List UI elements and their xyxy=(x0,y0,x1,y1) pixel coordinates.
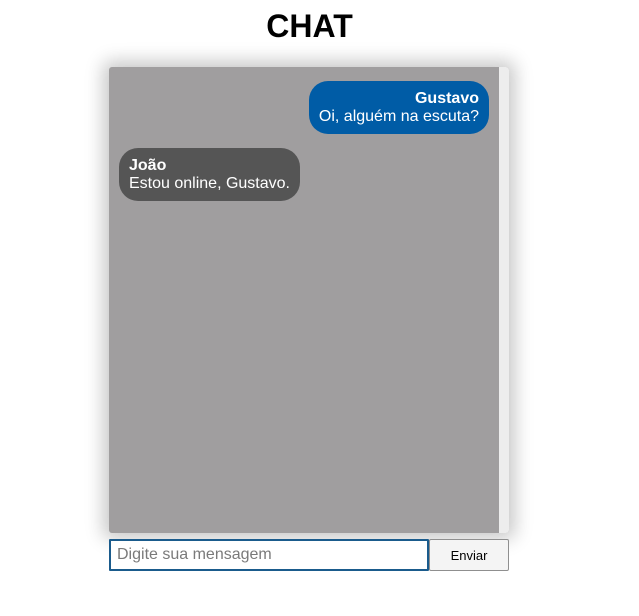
send-button[interactable]: Enviar xyxy=(429,539,509,571)
page-title: CHAT xyxy=(266,8,353,44)
message-sender: João xyxy=(129,157,167,174)
message-bubble-incoming: João Estou online, Gustavo. xyxy=(119,148,300,201)
message-sender: Gustavo xyxy=(414,90,479,107)
message-list[interactable]: Gustavo Oi, alguém na escuta? João Estou… xyxy=(109,67,499,533)
message-text: Oi, alguém na escuta? xyxy=(318,108,479,125)
message-list-scrollbar[interactable] xyxy=(499,67,509,533)
message-bubble-outgoing: Gustavo Oi, alguém na escuta? xyxy=(308,81,489,134)
message-input[interactable] xyxy=(109,539,429,571)
message-composer: Enviar xyxy=(109,539,509,571)
chat-page: CHAT Gustavo Oi, alguém na escuta? João … xyxy=(0,0,639,616)
chat-panel: Gustavo Oi, alguém na escuta? João Estou… xyxy=(109,67,509,533)
message-text: Estou online, Gustavo. xyxy=(129,175,290,192)
